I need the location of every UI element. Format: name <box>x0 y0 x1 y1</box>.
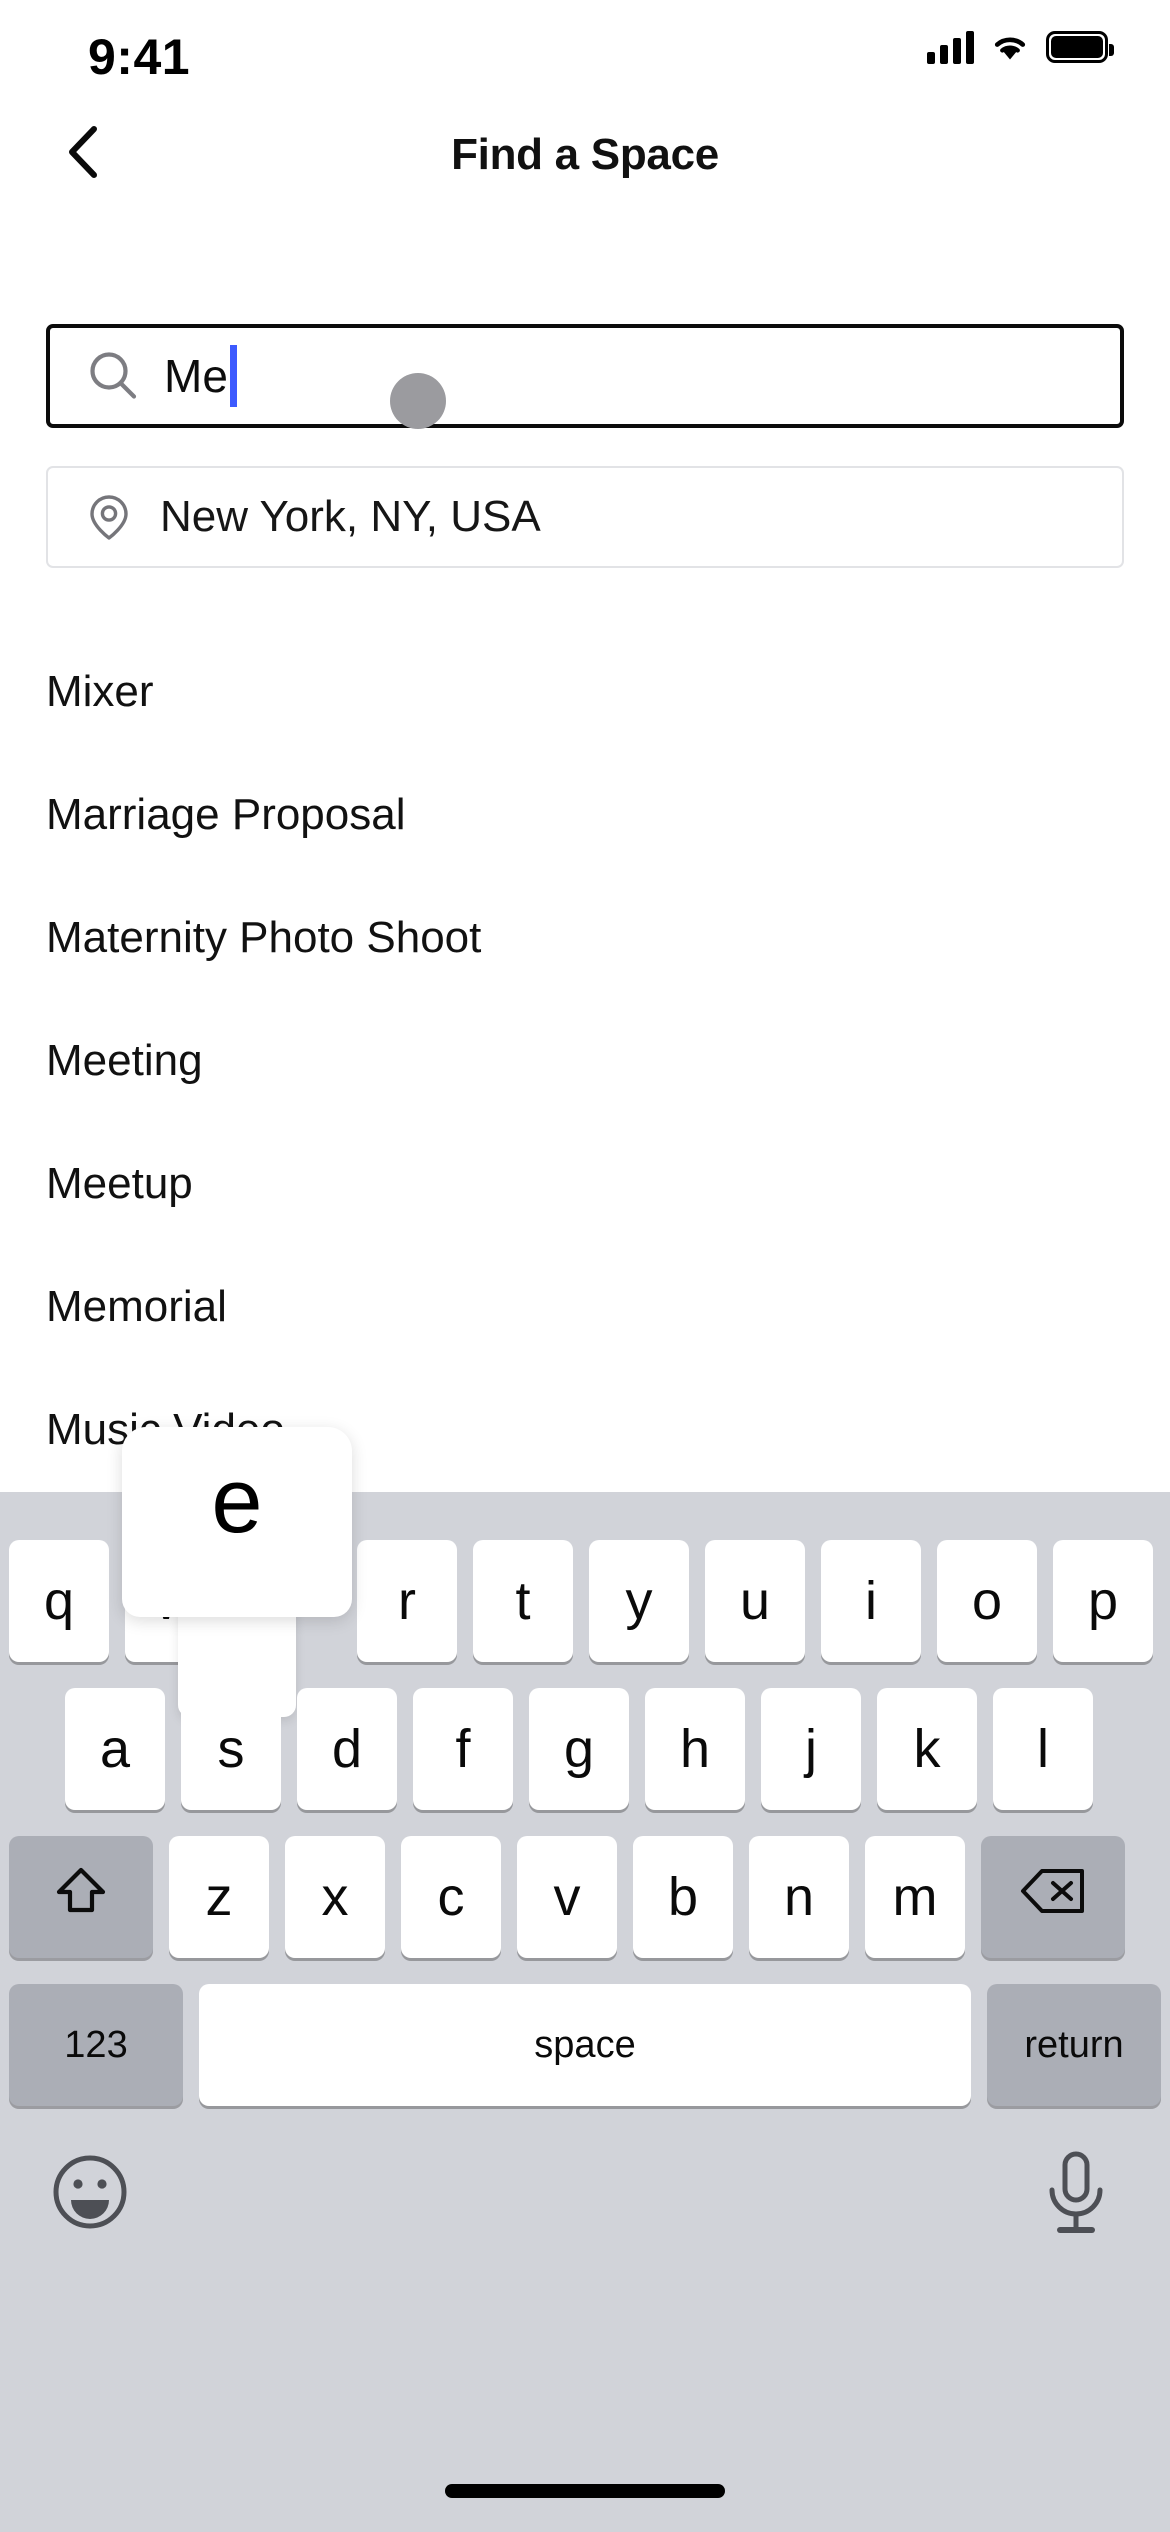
key-k[interactable]: k <box>877 1688 977 1810</box>
list-item[interactable]: Meetup <box>0 1122 1170 1245</box>
return-key[interactable]: return <box>987 1984 1161 2106</box>
suggestion-label: Maternity Photo Shoot <box>46 912 482 962</box>
key-p[interactable]: p <box>1053 1540 1153 1662</box>
page-title: Find a Space <box>451 130 719 179</box>
keyboard-row-1: q w e r t y u i o p <box>0 1540 1170 1662</box>
search-input[interactable]: Me <box>46 324 1124 428</box>
key-y[interactable]: y <box>589 1540 689 1662</box>
key-o[interactable]: o <box>937 1540 1037 1662</box>
search-input-value: Me <box>164 350 228 402</box>
key-w[interactable]: w <box>125 1540 225 1662</box>
dictation-key[interactable] <box>1038 2148 1114 2236</box>
keyboard-row-4: 123 space return <box>0 1984 1170 2106</box>
key-i[interactable]: i <box>821 1540 921 1662</box>
keyboard-utility-row <box>0 2140 1170 2280</box>
key-s[interactable]: s <box>181 1688 281 1810</box>
touch-point-indicator <box>390 373 446 429</box>
shift-arrow-icon <box>53 1862 109 1933</box>
status-bar: 9:41 <box>0 0 1170 104</box>
wifi-icon <box>990 30 1030 64</box>
space-key[interactable]: space <box>199 1984 971 2106</box>
backspace-delete-icon <box>1020 1866 1086 1929</box>
numbers-key[interactable]: 123 <box>9 1984 183 2106</box>
location-input-value: New York, NY, USA <box>160 492 541 541</box>
key-c[interactable]: c <box>401 1836 501 1958</box>
key-d[interactable]: d <box>297 1688 397 1810</box>
key-l[interactable]: l <box>993 1688 1093 1810</box>
navigation-header: Find a Space <box>0 104 1170 199</box>
key-j[interactable]: j <box>761 1688 861 1810</box>
shift-key[interactable] <box>9 1836 153 1958</box>
list-item[interactable]: Meeting <box>0 999 1170 1122</box>
suggestion-label: Music Video <box>46 1404 285 1454</box>
app-screen: 9:41 Find a Space Me New York, NY, USA M… <box>0 0 1170 2532</box>
suggestion-label: Marriage Proposal <box>46 789 406 839</box>
key-u[interactable]: u <box>705 1540 805 1662</box>
key-q[interactable]: q <box>9 1540 109 1662</box>
magnifier-icon <box>86 349 140 403</box>
backspace-key[interactable] <box>981 1836 1125 1958</box>
keyboard-row-2: a s d f g h j k l <box>0 1688 1170 1810</box>
key-g[interactable]: g <box>529 1688 629 1810</box>
key-z[interactable]: z <box>169 1836 269 1958</box>
key-b[interactable]: b <box>633 1836 733 1958</box>
key-n[interactable]: n <box>749 1836 849 1958</box>
on-screen-keyboard: q w e r t y u i o p e a s d f g h j k l <box>0 1427 1170 2532</box>
list-item[interactable]: Mixer <box>0 630 1170 753</box>
list-item[interactable]: Memorial <box>0 1245 1170 1368</box>
key-v[interactable]: v <box>517 1836 617 1958</box>
suggestion-label: Meetup <box>46 1158 193 1208</box>
list-item[interactable]: Music Video <box>0 1368 1170 1491</box>
text-cursor <box>229 345 237 407</box>
keyboard-row-3: z x c v b n m <box>0 1836 1170 1958</box>
suggestion-list: Mixer Marriage Proposal Maternity Photo … <box>0 630 1170 1491</box>
key-m[interactable]: m <box>865 1836 965 1958</box>
suggestion-label: Meeting <box>46 1035 203 1085</box>
microphone-icon <box>1038 2151 1114 2240</box>
list-item[interactable]: Maternity Photo Shoot <box>0 876 1170 999</box>
suggestion-label: Mixer <box>46 666 154 716</box>
key-t[interactable]: t <box>473 1540 573 1662</box>
status-bar-indicators <box>927 30 1114 64</box>
emoji-key[interactable] <box>48 2150 132 2234</box>
key-a[interactable]: a <box>65 1688 165 1810</box>
key-x[interactable]: x <box>285 1836 385 1958</box>
key-f[interactable]: f <box>413 1688 513 1810</box>
location-input[interactable]: New York, NY, USA <box>46 466 1124 568</box>
key-h[interactable]: h <box>645 1688 745 1810</box>
list-item[interactable]: Marriage Proposal <box>0 753 1170 876</box>
map-pin-icon <box>84 492 134 542</box>
key-r[interactable]: r <box>357 1540 457 1662</box>
home-indicator <box>445 2484 725 2498</box>
status-bar-time: 9:41 <box>88 29 191 85</box>
emoji-smiley-icon <box>48 2155 132 2238</box>
suggestion-label: Memorial <box>46 1281 227 1331</box>
cellular-bars-icon <box>927 30 974 64</box>
battery-full-icon <box>1046 31 1114 63</box>
